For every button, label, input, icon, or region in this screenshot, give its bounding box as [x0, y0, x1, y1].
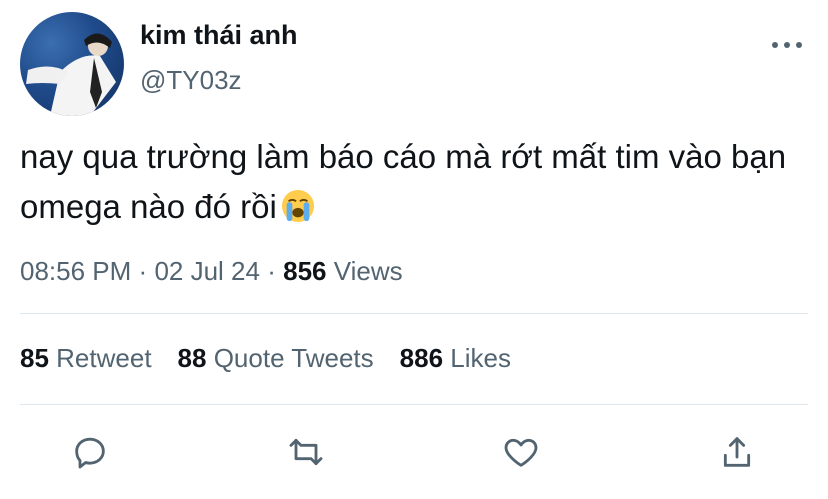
- tweet-meta: 08:56 PM · 02 Jul 24 · 856 Views: [20, 256, 403, 287]
- share-button[interactable]: [715, 430, 759, 474]
- reply-icon: [75, 437, 105, 469]
- like-button[interactable]: [499, 430, 543, 474]
- avatar-photo: [26, 33, 116, 116]
- quote-label: Quote Tweets: [213, 343, 374, 373]
- divider: [20, 404, 808, 405]
- views-label: Views: [333, 256, 403, 286]
- like-icon: [504, 438, 538, 467]
- like-count: 886: [399, 343, 444, 373]
- views-count: 856: [283, 256, 327, 286]
- like-stat[interactable]: 886 Likes: [400, 343, 511, 374]
- tweet-body: nay qua trường làm báo cáo mà rớt mất ti…: [20, 138, 787, 225]
- meta-separator: ·: [267, 256, 276, 286]
- loudly-crying-face-icon: [281, 189, 314, 223]
- quote-stat[interactable]: 88 Quote Tweets: [178, 343, 374, 374]
- retweet-icon: [289, 438, 323, 466]
- meta-separator: ·: [138, 256, 148, 286]
- share-icon: [723, 437, 751, 467]
- display-name[interactable]: kim thái anh: [140, 20, 298, 51]
- retweet-label: Retweet: [56, 343, 152, 373]
- engagement-stats: 85 Retweet 88 Quote Tweets 886 Likes: [20, 343, 511, 374]
- tweet-date[interactable]: 02 Jul 24: [154, 256, 260, 286]
- tweet-text: nay qua trường làm báo cáo mà rớt mất ti…: [20, 132, 820, 232]
- retweet-stat[interactable]: 85 Retweet: [20, 343, 152, 374]
- quote-count: 88: [177, 343, 207, 373]
- divider: [20, 313, 808, 314]
- action-bar: [0, 430, 828, 476]
- retweet-button[interactable]: [284, 430, 328, 474]
- like-label: Likes: [450, 343, 511, 373]
- user-handle[interactable]: @TY03z: [140, 65, 242, 96]
- retweet-count: 85: [20, 343, 49, 373]
- tweet-time[interactable]: 08:56 PM: [20, 256, 131, 286]
- reply-button[interactable]: [68, 430, 112, 474]
- avatar[interactable]: [20, 12, 124, 116]
- more-options-icon[interactable]: [772, 38, 802, 52]
